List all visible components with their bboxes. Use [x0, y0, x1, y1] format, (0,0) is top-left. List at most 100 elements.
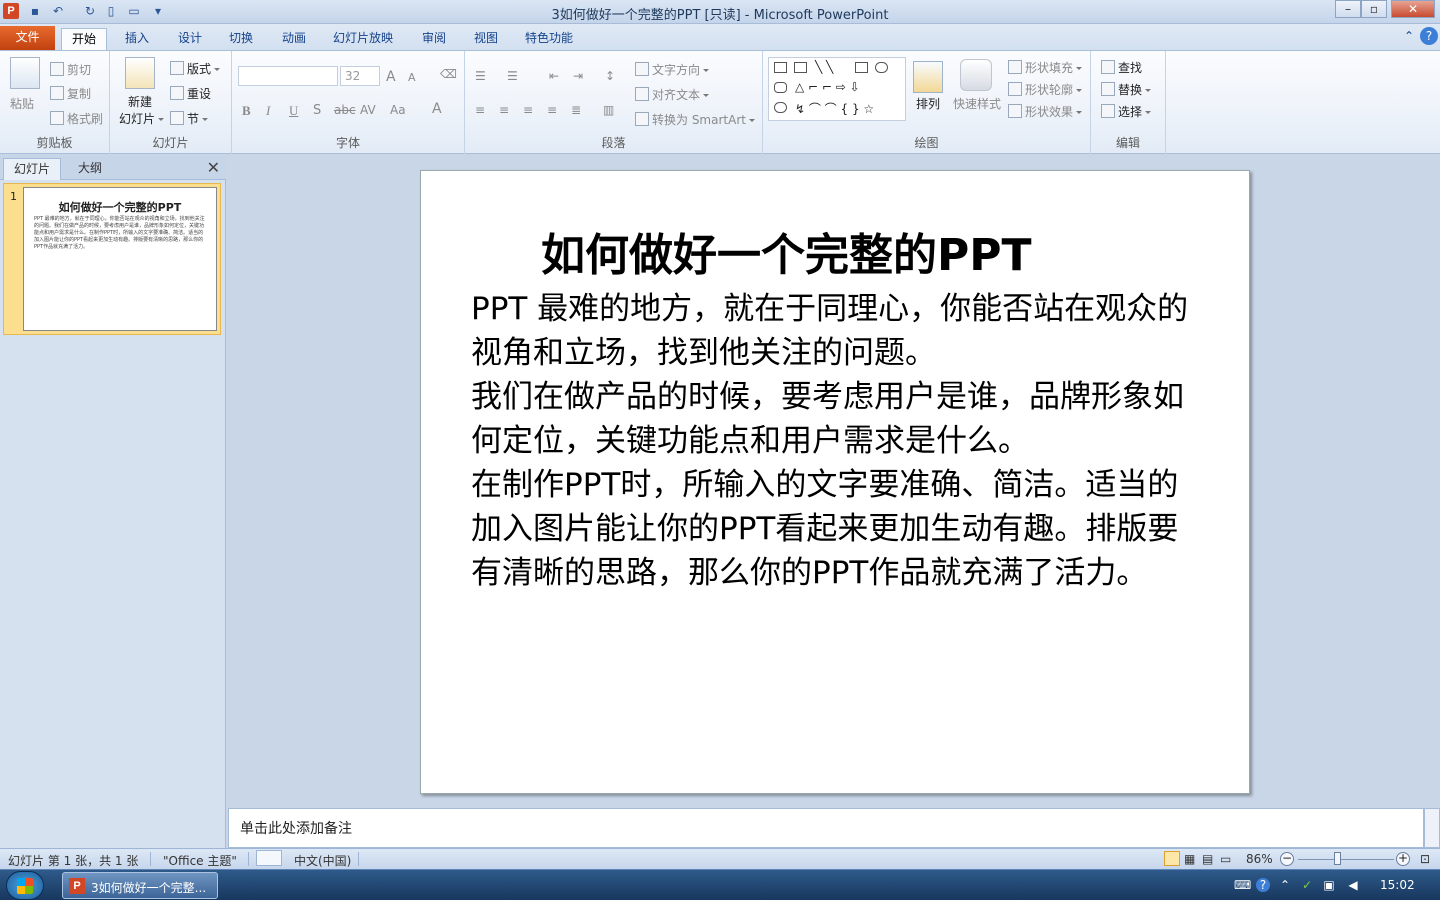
replace-button[interactable]: 替换: [1101, 81, 1152, 98]
tab-design[interactable]: 设计: [170, 28, 210, 50]
quick-styles-icon[interactable]: [960, 59, 992, 91]
section-button[interactable]: 节: [170, 110, 209, 127]
close-pane-icon[interactable]: ✕: [207, 158, 220, 177]
shapes-gallery[interactable]: ╲ ╲ △ ⌐ ⌐ ⇨ ⇩ ↯ ⌒ ⌒ { } ☆: [768, 57, 906, 121]
tab-slides[interactable]: 幻灯片: [3, 158, 62, 180]
volume-icon[interactable]: ◀: [1346, 878, 1360, 892]
notes-pane[interactable]: 单击此处添加备注: [228, 808, 1424, 848]
zoom-slider[interactable]: [1298, 859, 1394, 860]
arrange-icon[interactable]: [913, 61, 943, 93]
slide-title[interactable]: 如何做好一个完整的PPT: [541, 219, 1131, 283]
language-status[interactable]: 中文(中国): [294, 852, 351, 869]
tab-transitions[interactable]: 切换: [221, 28, 261, 50]
reset-button[interactable]: 重设: [170, 85, 211, 102]
slide-sorter-icon[interactable]: ▦: [1184, 852, 1195, 866]
select-button[interactable]: 选择: [1101, 103, 1152, 120]
notes-placeholder[interactable]: 单击此处添加备注: [240, 818, 352, 838]
strikethrough-button[interactable]: abc: [334, 103, 356, 117]
grow-font-button[interactable]: A: [386, 69, 396, 85]
shape-effects-button[interactable]: 形状效果: [1008, 103, 1083, 120]
cut-button[interactable]: 剪切: [50, 61, 91, 78]
security-icon[interactable]: ✓: [1300, 878, 1314, 892]
tab-file[interactable]: 文件: [0, 26, 55, 50]
close-button[interactable]: ✕: [1391, 0, 1435, 18]
format-painter-button[interactable]: 格式刷: [50, 110, 103, 127]
triangle-shape-icon[interactable]: △ ⌐ ⌐ ⇨ ⇩: [795, 80, 860, 94]
bullets-icon[interactable]: ☰: [475, 69, 486, 83]
tab-outline[interactable]: 大纲: [68, 158, 112, 180]
slide-thumbnail[interactable]: 如何做好一个完整的PPT PPT 最难的地方，就在于同理心，你能否站在观众的视角…: [23, 187, 217, 331]
fit-to-window-icon[interactable]: ⊡: [1420, 852, 1430, 866]
bold-button[interactable]: B: [242, 103, 251, 119]
justify-icon[interactable]: ≡: [547, 103, 557, 117]
cloud-shape-icon[interactable]: [774, 102, 787, 113]
distribute-icon[interactable]: ≣: [571, 103, 581, 117]
minimize-button[interactable]: –: [1335, 0, 1361, 18]
maximize-button[interactable]: ▫: [1361, 0, 1387, 18]
tray-arrow-icon[interactable]: ⌃: [1278, 878, 1292, 892]
tab-special-features[interactable]: 特色功能: [520, 28, 578, 50]
slide-thumbnail-selected[interactable]: 1 如何做好一个完整的PPT PPT 最难的地方，就在于同理心，你能否站在观众的…: [3, 183, 221, 335]
notes-scrollbar[interactable]: [1424, 808, 1440, 848]
normal-view-icon[interactable]: [1164, 851, 1180, 866]
text-direction-button[interactable]: 文字方向: [635, 61, 710, 78]
columns-icon[interactable]: ▥: [603, 103, 614, 117]
reading-view-icon[interactable]: ▤: [1202, 852, 1213, 866]
tab-insert[interactable]: 插入: [117, 28, 157, 50]
vertical-textbox-shape-icon[interactable]: [794, 62, 807, 73]
arrange-button[interactable]: 排列: [916, 95, 940, 112]
brace-shape-icon[interactable]: ↯ ⌒ ⌒ { } ☆: [795, 100, 874, 117]
quick-styles-button[interactable]: 快速样式: [953, 95, 1001, 112]
tab-home[interactable]: 开始: [61, 28, 107, 50]
rounded-rect-shape-icon[interactable]: [774, 82, 787, 93]
taskbar-powerpoint-item[interactable]: P 3如何做好一个完整...: [62, 872, 218, 899]
shadow-button[interactable]: S: [313, 103, 321, 118]
italic-button[interactable]: I: [266, 103, 270, 119]
shape-fill-button[interactable]: 形状填充: [1008, 59, 1083, 76]
slideshow-view-icon[interactable]: ▭: [1220, 852, 1231, 866]
align-center-icon[interactable]: ≡: [499, 103, 509, 117]
tab-review[interactable]: 审阅: [414, 28, 454, 50]
font-color-button[interactable]: A: [432, 101, 442, 117]
font-family-combo[interactable]: [238, 66, 338, 86]
slide-canvas[interactable]: 如何做好一个完整的PPT PPT 最难的地方，就在于同理心，你能否站在观众的视角…: [420, 170, 1250, 794]
oval-shape-icon[interactable]: [875, 62, 888, 73]
shape-outline-button[interactable]: 形状轮廓: [1008, 81, 1083, 98]
find-button[interactable]: 查找: [1101, 59, 1142, 76]
help-tray-icon[interactable]: ?: [1256, 878, 1270, 892]
shrink-font-button[interactable]: A: [408, 71, 416, 84]
clock[interactable]: 15:02: [1380, 878, 1415, 892]
spellcheck-icon[interactable]: [256, 850, 282, 866]
zoom-slider-thumb[interactable]: [1334, 852, 1341, 865]
keyboard-icon[interactable]: ⌨: [1234, 878, 1251, 892]
smartart-button[interactable]: 转换为 SmartArt: [635, 111, 755, 128]
align-text-button[interactable]: 对齐文本: [635, 86, 710, 103]
zoom-out-button[interactable]: −: [1280, 852, 1294, 866]
textbox-shape-icon[interactable]: [774, 62, 787, 73]
tab-animations[interactable]: 动画: [274, 28, 314, 50]
increase-indent-icon[interactable]: ⇥: [573, 69, 583, 83]
network-icon[interactable]: ▣: [1322, 878, 1336, 892]
paste-button[interactable]: 粘贴: [10, 95, 34, 112]
tab-slideshow[interactable]: 幻灯片放映: [328, 28, 398, 50]
rectangle-shape-icon[interactable]: [855, 62, 868, 73]
minimize-ribbon-icon[interactable]: ⌃: [1400, 27, 1418, 45]
font-size-combo[interactable]: 32: [340, 66, 380, 86]
new-slide-icon[interactable]: [125, 57, 155, 89]
underline-button[interactable]: U: [289, 103, 298, 119]
change-case-button[interactable]: Aa: [390, 103, 406, 117]
line-shape-icon[interactable]: ╲ ╲: [815, 60, 833, 74]
decrease-indent-icon[interactable]: ⇤: [549, 69, 559, 83]
paste-icon[interactable]: [10, 57, 40, 89]
help-icon[interactable]: ?: [1420, 27, 1438, 45]
layout-button[interactable]: 版式: [170, 60, 221, 77]
tab-view[interactable]: 视图: [466, 28, 506, 50]
zoom-level[interactable]: 86%: [1246, 852, 1273, 866]
clear-format-icon[interactable]: ⌫: [440, 67, 457, 81]
copy-button[interactable]: 复制: [50, 85, 91, 102]
new-slide-label-1[interactable]: 新建: [128, 93, 152, 110]
char-spacing-button[interactable]: AV: [360, 103, 376, 117]
line-spacing-icon[interactable]: ↕: [605, 69, 615, 83]
zoom-in-button[interactable]: +: [1396, 852, 1410, 866]
new-slide-button[interactable]: 幻灯片: [119, 110, 165, 127]
